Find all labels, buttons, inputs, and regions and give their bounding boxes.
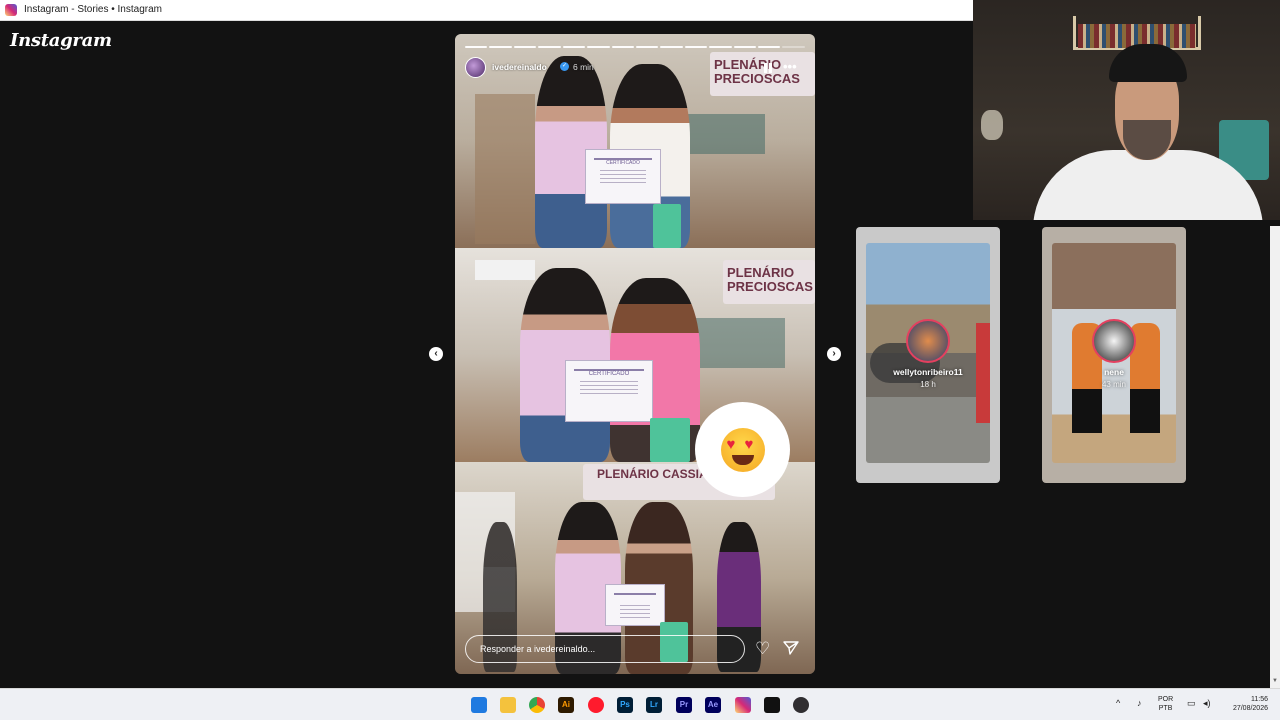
volume-icon[interactable]: ◂) — [1203, 699, 1211, 708]
story-viewer[interactable]: PLENÁRIO PRECIOSCAS CERTIFICADO PLENÁRIO… — [455, 34, 815, 674]
progress-segment — [684, 46, 708, 48]
previous-story-arrow-icon[interactable]: ‹ — [429, 347, 443, 361]
preview-username: nene — [1104, 367, 1124, 377]
tray-chevron-icon[interactable]: ^ — [1116, 699, 1120, 708]
like-heart-icon[interactable]: ♡ — [755, 639, 770, 659]
reaction-sticker: ♥ ♥ — [695, 402, 790, 497]
progress-segment — [587, 46, 610, 48]
reply-placeholder: Responder a ivedereinaldo... — [480, 644, 596, 654]
certificate: CERTIFICADO — [565, 360, 653, 422]
heart-eyes-emoji-icon: ♥ ♥ — [720, 427, 765, 472]
story-preview-wellytonribeiro11[interactable]: wellytonribeiro11 18 h — [856, 227, 1000, 483]
progress-segment — [465, 46, 488, 48]
preview-time: 18 h — [920, 380, 936, 389]
story-progress-bar — [465, 46, 805, 48]
premiere-icon[interactable]: Pr — [676, 697, 692, 713]
certificate — [605, 584, 665, 626]
preview-username: wellytonribeiro11 — [893, 367, 963, 377]
progress-segment — [635, 46, 659, 48]
scroll-down-arrow-icon[interactable]: ▼ — [1272, 678, 1278, 684]
story-time: 6 min — [573, 62, 594, 72]
next-story-arrow-icon[interactable]: › — [827, 347, 841, 361]
capcut-icon[interactable] — [764, 697, 780, 713]
progress-segment — [489, 46, 512, 48]
story-user-avatar[interactable] — [465, 57, 486, 78]
opera-icon[interactable] — [588, 697, 604, 713]
obs-icon[interactable] — [793, 697, 809, 713]
pause-icon[interactable] — [763, 63, 773, 73]
preview-time: 43 min — [1101, 380, 1126, 389]
progress-segment — [733, 46, 757, 48]
preview-avatar — [906, 319, 950, 363]
progress-segment — [611, 46, 634, 48]
network-icon[interactable]: ▭ — [1187, 699, 1196, 708]
windows-start-icon[interactable] — [471, 697, 487, 713]
share-send-icon[interactable] — [783, 640, 799, 656]
lightroom-icon[interactable]: Lr — [646, 697, 662, 713]
page-scrollbar[interactable]: ▼ — [1270, 226, 1280, 688]
instagram-logo[interactable]: Instagram — [10, 30, 112, 51]
windows-taskbar: Ai Ps Lr Pr Ae ^ ♪ POR PTB ▭ ◂) 11:56 27… — [0, 688, 1280, 720]
progress-segment — [538, 46, 561, 48]
story-preview-nene[interactable]: nene 43 min — [1042, 227, 1186, 483]
microphone-icon[interactable]: ♪ — [1137, 699, 1142, 708]
after-effects-icon[interactable]: Ae — [705, 697, 721, 713]
story-username[interactable]: ivedereinaldo — [492, 62, 547, 72]
chrome-icon[interactable] — [529, 697, 545, 713]
progress-segment — [562, 46, 586, 48]
instagram-icon[interactable] — [735, 697, 751, 713]
webcam-overlay — [973, 0, 1280, 220]
window-title: Instagram - Stories • Instagram — [24, 4, 162, 15]
language-indicator[interactable]: POR PTB — [1158, 695, 1173, 713]
preview-avatar — [1092, 319, 1136, 363]
more-options-icon[interactable]: ••• — [783, 59, 797, 74]
certificate: CERTIFICADO — [585, 149, 661, 204]
instagram-favicon-icon — [5, 4, 17, 16]
progress-segment — [660, 46, 683, 48]
file-explorer-icon[interactable] — [500, 697, 516, 713]
wall-sign-2: PLENÁRIO PRECIOSCAS — [723, 260, 815, 304]
story-header: ivedereinaldo ✓ 6 min ••• — [465, 57, 805, 79]
reply-input[interactable]: Responder a ivedereinaldo... — [465, 635, 745, 663]
verified-badge-icon: ✓ — [560, 62, 569, 71]
photoshop-icon[interactable]: Ps — [617, 697, 633, 713]
progress-segment — [758, 46, 781, 48]
progress-segment — [709, 46, 732, 48]
progress-segment — [782, 46, 805, 48]
progress-segment — [513, 46, 537, 48]
clock[interactable]: 11:56 27/08/2026 — [1224, 695, 1268, 713]
illustrator-icon[interactable]: Ai — [558, 697, 574, 713]
